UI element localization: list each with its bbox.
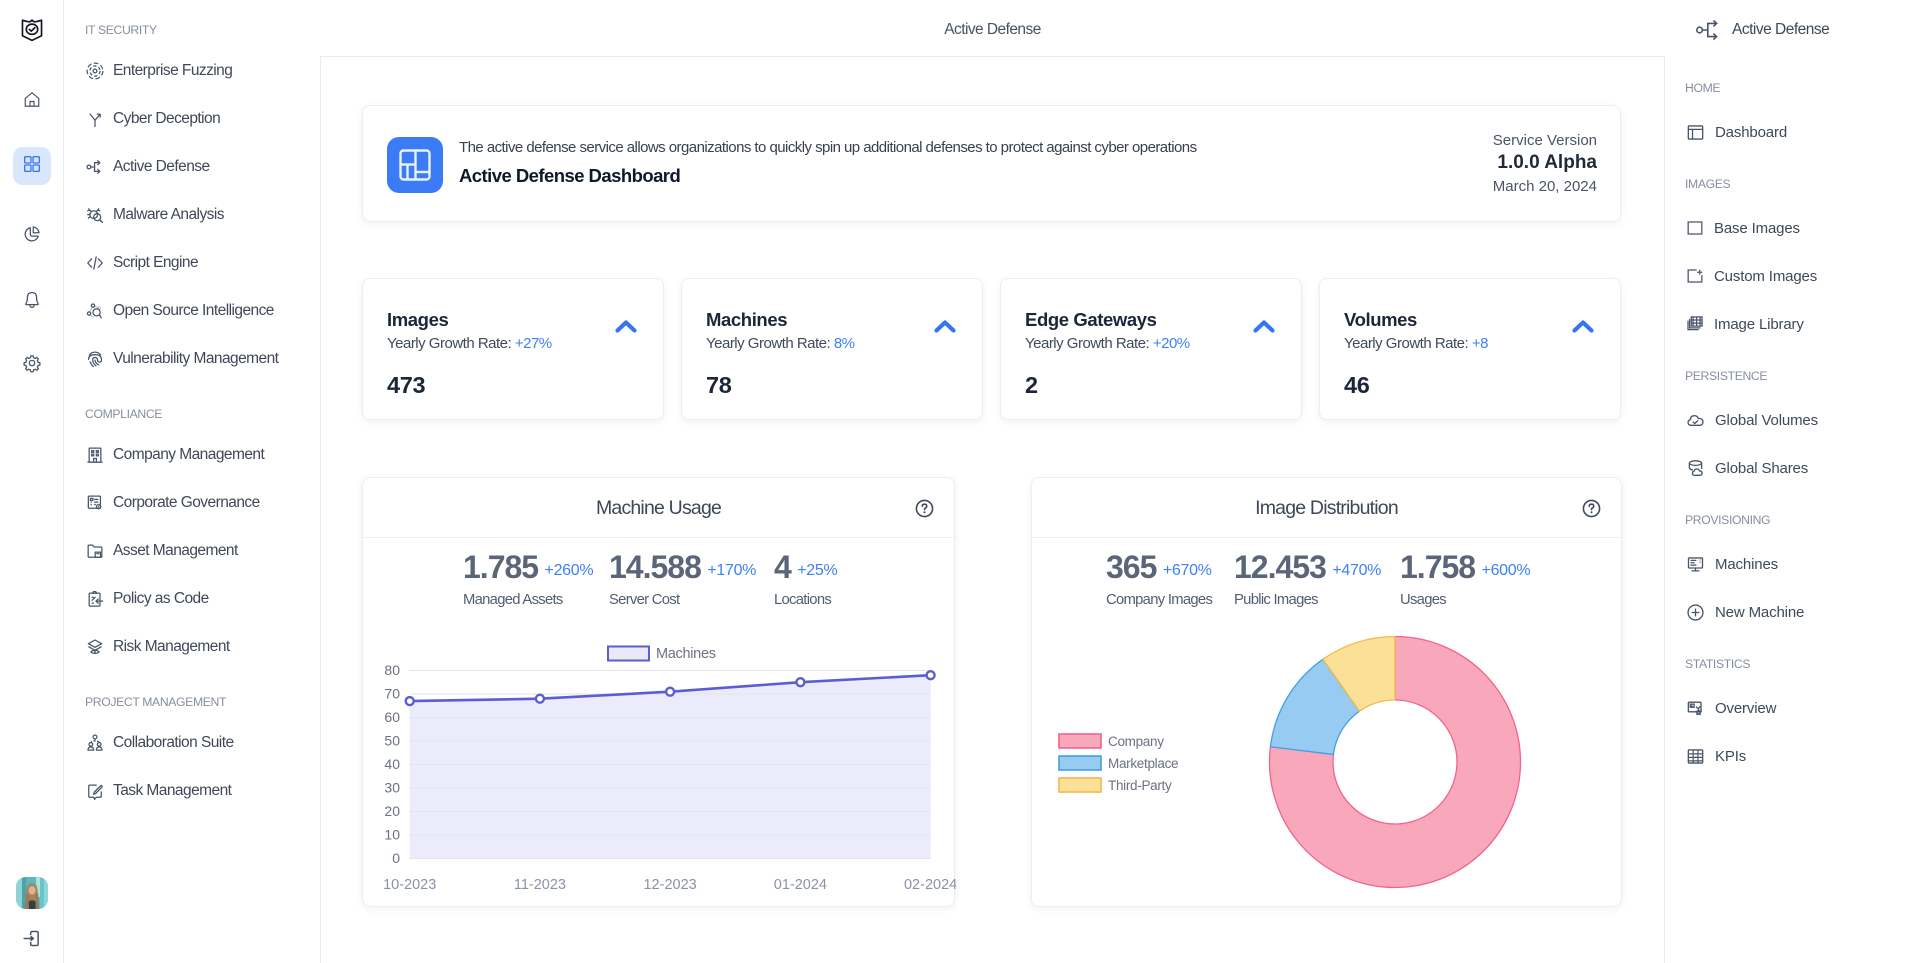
- svg-text:30: 30: [384, 780, 400, 796]
- svg-text:12-2023: 12-2023: [643, 877, 696, 893]
- svg-text:02-2024: 02-2024: [904, 877, 956, 893]
- svg-text:70: 70: [384, 686, 400, 702]
- svg-text:Machines: Machines: [656, 646, 716, 662]
- svg-text:Third-Party: Third-Party: [1108, 778, 1172, 793]
- svg-text:Marketplace: Marketplace: [1108, 756, 1178, 771]
- svg-text:10: 10: [384, 827, 400, 843]
- svg-text:0: 0: [392, 850, 400, 866]
- svg-text:Company: Company: [1108, 734, 1164, 749]
- svg-text:60: 60: [384, 709, 400, 725]
- svg-text:40: 40: [384, 756, 400, 772]
- svg-text:50: 50: [384, 733, 400, 749]
- svg-text:01-2024: 01-2024: [774, 877, 827, 893]
- svg-text:20: 20: [384, 803, 400, 819]
- svg-text:80: 80: [384, 662, 400, 678]
- svg-text:10-2023: 10-2023: [383, 877, 436, 893]
- svg-text:11-2023: 11-2023: [514, 877, 566, 893]
